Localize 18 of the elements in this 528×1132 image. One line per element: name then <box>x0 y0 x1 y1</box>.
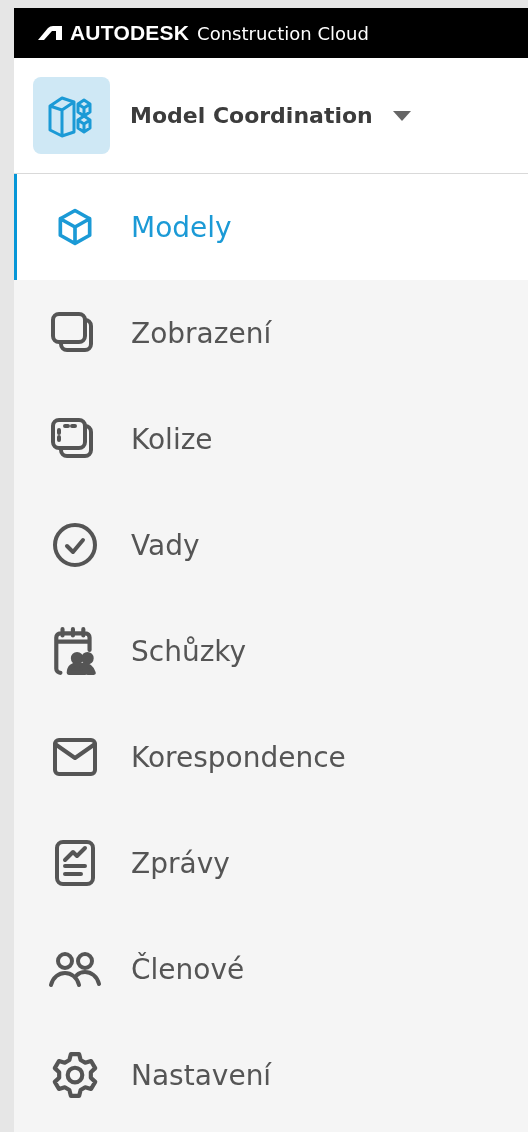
nav-item[interactable]: Schůzky <box>14 598 528 704</box>
product-name: Construction Cloud <box>197 22 369 44</box>
nav-item[interactable]: Vady <box>14 492 528 598</box>
report-chart-icon <box>53 838 97 888</box>
nav-item[interactable]: Členové <box>14 916 528 1022</box>
nav-item[interactable]: Kolize <box>14 386 528 492</box>
brand-name: AUTODESK <box>70 21 190 45</box>
settings-icon <box>50 1050 100 1100</box>
nav-item[interactable]: Zprávy <box>14 810 528 916</box>
nav-item[interactable]: Korespondence <box>14 704 528 810</box>
module-switcher[interactable]: Model Coordination <box>130 103 411 128</box>
envelope-icon <box>51 736 99 778</box>
nav-item[interactable]: Nastavení <box>14 1022 528 1128</box>
people-icon <box>49 949 101 989</box>
caret-icon <box>392 110 411 121</box>
nav-item[interactable]: Zobrazení <box>14 280 528 386</box>
logo-icon <box>38 26 62 40</box>
check-circle-icon <box>51 521 99 569</box>
